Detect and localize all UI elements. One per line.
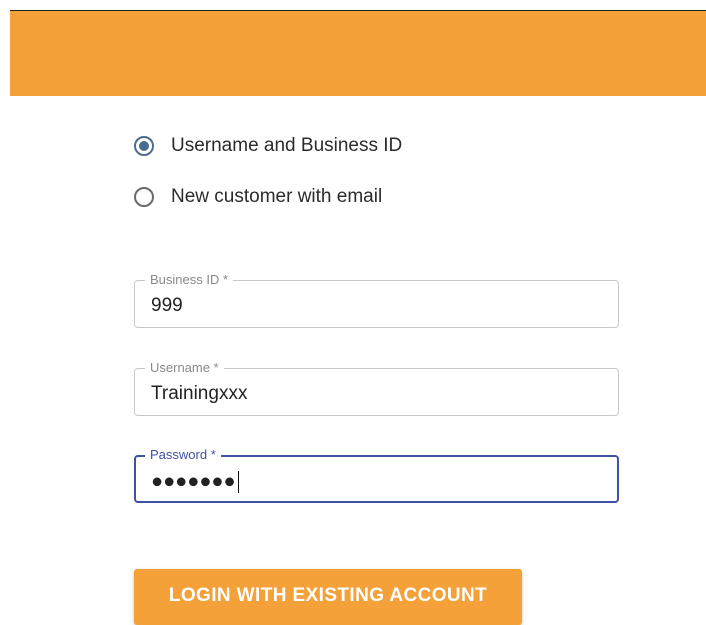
radio-checked-icon[interactable] xyxy=(134,136,154,156)
business-id-label: Business ID * xyxy=(145,273,234,287)
radio-username-business-id[interactable]: Username and Business ID xyxy=(134,134,402,158)
text-caret xyxy=(237,471,239,493)
password-label: Password * xyxy=(145,448,221,462)
header-banner xyxy=(10,11,706,96)
username-value[interactable]: Trainingxxx xyxy=(151,384,247,404)
radio-label-username-business-id: Username and Business ID xyxy=(171,135,403,156)
login-button-label: LOGIN WITH EXISTING ACCOUNT xyxy=(168,585,488,606)
radio-unchecked-icon[interactable] xyxy=(134,187,154,207)
radio-new-customer-email[interactable]: New customer with email xyxy=(134,185,382,209)
radio-dot-icon xyxy=(139,141,149,151)
password-value-wrapper[interactable]: ●●●●●●● xyxy=(151,471,239,493)
business-id-value[interactable]: 999 xyxy=(151,296,183,316)
password-masked-value: ●●●●●●● xyxy=(151,470,236,493)
login-existing-account-button[interactable]: LOGIN WITH EXISTING ACCOUNT xyxy=(134,569,522,625)
password-field[interactable]: Password * ●●●●●●● xyxy=(134,448,619,503)
radio-label-new-customer-email: New customer with email xyxy=(171,186,383,207)
business-id-field[interactable]: Business ID * 999 xyxy=(134,273,619,328)
username-field[interactable]: Username * Trainingxxx xyxy=(134,361,619,416)
username-label: Username * xyxy=(145,361,224,375)
